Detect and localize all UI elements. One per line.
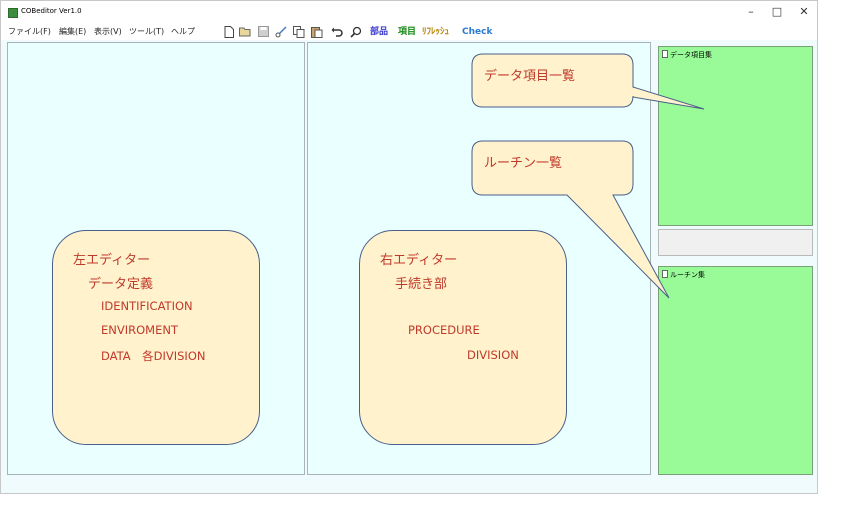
left-editor-subtitle: データ定義 (88, 277, 154, 292)
left-editor-line: IDENTIFICATION (101, 299, 193, 313)
left-editor-callout: 左エディター データ定義 IDENTIFICATION ENVIROMENT D… (52, 230, 260, 445)
app-window: COBeditor Ver1.0 – □ ✕ ファイル(F) 編集(E) 表示(… (0, 0, 818, 494)
right-editor-subtitle: 手続き部 (395, 277, 448, 292)
routine-list-callout-text: ルーチン一覧 (484, 156, 563, 171)
left-editor-line: ENVIROMENT (101, 323, 178, 337)
right-editor-title: 右エディター (380, 253, 458, 268)
right-editor-line: DIVISION (467, 348, 519, 362)
right-editor-callout: 右エディター 手続き部 PROCEDURE DIVISION (359, 230, 567, 445)
left-editor-title: 左エディター (73, 253, 151, 268)
data-items-callout-text: データ項目一覧 (484, 69, 576, 84)
right-editor-line: PROCEDURE (408, 323, 480, 337)
left-editor-line: DATA 各DIVISION (101, 349, 206, 363)
